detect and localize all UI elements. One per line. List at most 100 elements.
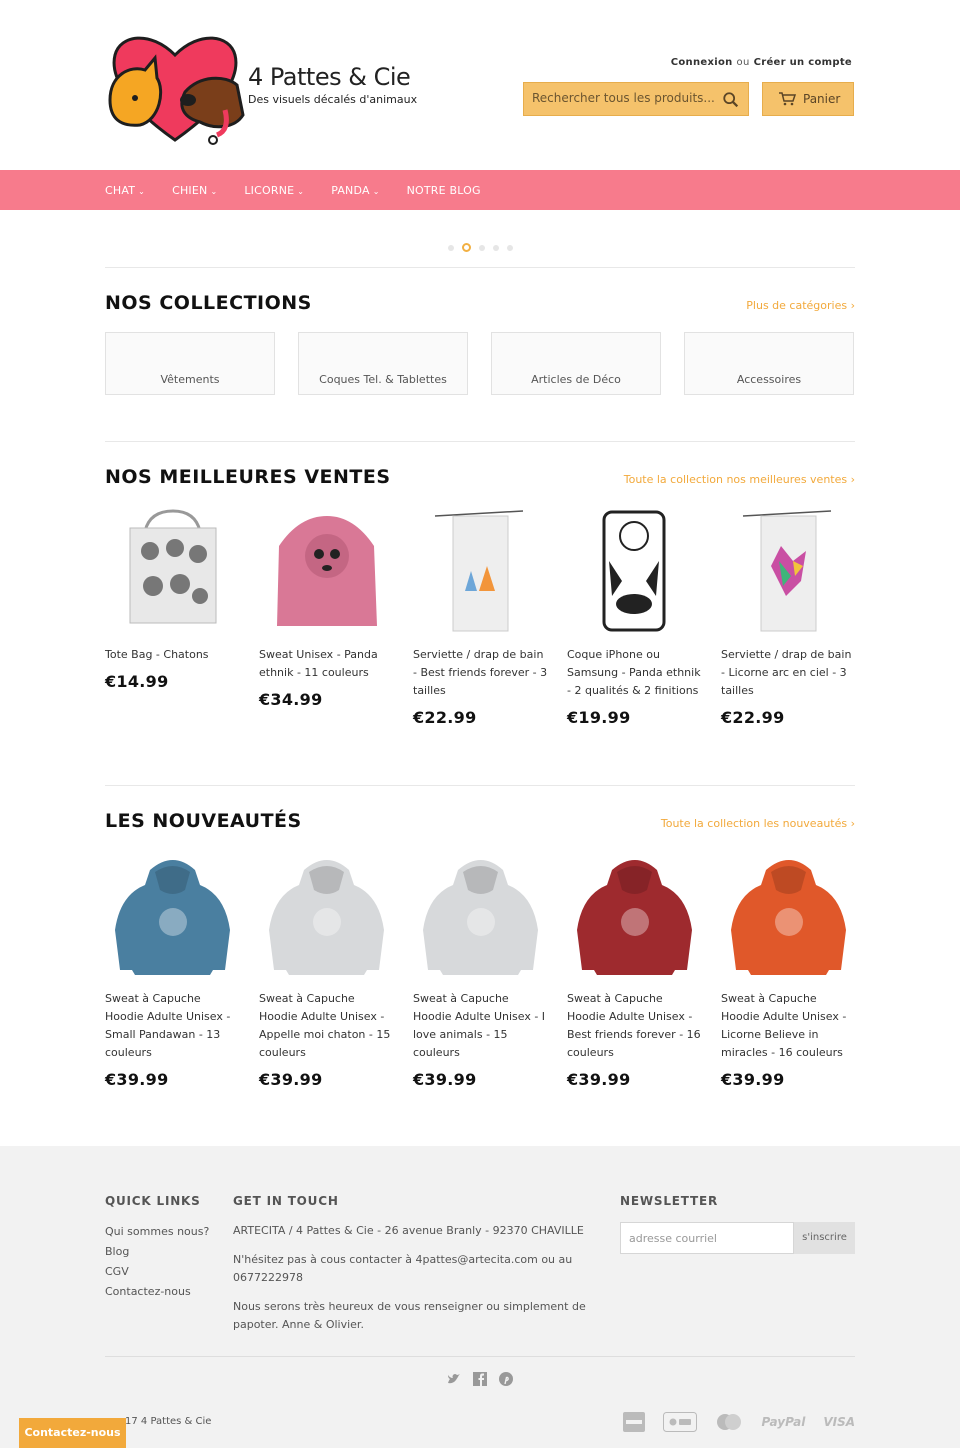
product-price: €14.99 [105, 672, 169, 691]
facebook-icon[interactable] [473, 1372, 487, 1386]
product-price: €22.99 [721, 708, 785, 727]
amex-icon [623, 1412, 646, 1432]
product-card[interactable]: Sweat Unisex - Panda ethnik - 11 couleur… [259, 506, 394, 727]
product-name[interactable]: Sweat à Capuche Hoodie Adulte Unisex - B… [567, 990, 702, 1062]
slider-dot[interactable] [478, 244, 485, 251]
product-name[interactable]: Sweat à Capuche Hoodie Adulte Unisex - I… [413, 990, 548, 1062]
contact-email-phone: N'hésitez pas à cous contacter à 4pattes… [233, 1253, 573, 1284]
bestsellers-link[interactable]: Toute la collection nos meilleures vente… [624, 473, 855, 486]
quick-links: QUICK LINKS Qui sommes nous? Blog CGV Co… [105, 1194, 233, 1345]
login-link[interactable]: Connexion [671, 57, 733, 68]
product-card[interactable]: Sweat à Capuche Hoodie Adulte Unisex - A… [259, 850, 394, 1089]
product-image-sweat-panda[interactable] [259, 506, 394, 636]
product-name[interactable]: Serviette / drap de bain - Best friends … [413, 646, 548, 700]
chevron-down-icon: ⌄ [210, 186, 218, 196]
new-arrivals-link[interactable]: Toute la collection les nouveautés › [661, 817, 855, 830]
social-links [0, 1372, 960, 1386]
logo[interactable]: 4 Pattes & Cie Des visuels décalés d'ani… [105, 30, 425, 150]
nav-item-panda[interactable]: PANDA ⌄ [331, 184, 379, 197]
register-link[interactable]: Créer un compte [754, 57, 852, 68]
slider-pagination [105, 210, 855, 267]
more-categories-link[interactable]: Plus de catégories › [746, 299, 855, 312]
nav-label: LICORNE [244, 183, 295, 197]
chevron-down-icon: ⌄ [297, 186, 305, 196]
newsletter-email-input[interactable]: adresse courriel [620, 1222, 794, 1254]
chevron-down-icon: ⌄ [138, 186, 146, 196]
product-card[interactable]: Tote Bag - Chatons €14.99 [105, 506, 240, 727]
product-price: €34.99 [259, 690, 323, 709]
cart-button[interactable]: Panier [762, 82, 854, 116]
product-image-hoodie[interactable] [259, 850, 394, 980]
search-input[interactable]: Rechercher tous les produits... [523, 82, 749, 116]
product-image-towel-bff[interactable] [413, 506, 548, 636]
product-price: €39.99 [105, 1070, 169, 1089]
bestsellers-section: NOS MEILLEURES VENTES Toute la collectio… [105, 442, 855, 785]
product-price: €39.99 [721, 1070, 785, 1089]
footer-link-about[interactable]: Qui sommes nous? [105, 1222, 233, 1242]
product-image-hoodie[interactable] [413, 850, 548, 980]
product-card[interactable]: Sweat à Capuche Hoodie Adulte Unisex - I… [413, 850, 548, 1089]
product-image-hoodie[interactable] [721, 850, 856, 980]
nav-item-licorne[interactable]: LICORNE ⌄ [244, 184, 304, 197]
nav-item-chien[interactable]: CHIEN ⌄ [172, 184, 217, 197]
product-image-towel-unicorn[interactable] [721, 506, 856, 636]
product-name[interactable]: Sweat à Capuche Hoodie Adulte Unisex - S… [105, 990, 240, 1062]
collection-label: Vêtements [160, 373, 220, 386]
newsletter-title: NEWSLETTER [620, 1194, 719, 1208]
site-header: 4 Pattes & Cie Des visuels décalés d'ani… [105, 0, 855, 170]
slider-dot[interactable] [506, 244, 513, 251]
product-name[interactable]: Tote Bag - Chatons [105, 646, 240, 664]
contact-us-tab[interactable]: Contactez-nous [19, 1418, 126, 1448]
slider-dot[interactable] [492, 244, 499, 251]
product-price: €22.99 [413, 708, 477, 727]
product-image-tote-bag[interactable] [105, 506, 240, 636]
slider-dot-active[interactable] [461, 243, 471, 252]
product-name[interactable]: Sweat à Capuche Hoodie Adulte Unisex - L… [721, 990, 856, 1062]
product-name[interactable]: Coque iPhone ou Samsung - Panda ethnik -… [567, 646, 702, 700]
product-card[interactable]: Sweat à Capuche Hoodie Adulte Unisex - S… [105, 850, 240, 1089]
product-image-hoodie[interactable] [105, 850, 240, 980]
product-card[interactable]: Sweat à Capuche Hoodie Adulte Unisex - L… [721, 850, 856, 1089]
product-image-phone-case[interactable] [567, 506, 702, 636]
product-card[interactable]: Sweat à Capuche Hoodie Adulte Unisex - B… [567, 850, 702, 1089]
twitter-icon[interactable] [447, 1372, 461, 1386]
pinterest-icon[interactable] [499, 1372, 513, 1386]
search-icon[interactable] [722, 91, 740, 109]
collection-label: Articles de Déco [531, 373, 621, 386]
footer-link-contact[interactable]: Contactez-nous [105, 1282, 233, 1302]
new-arrivals-title: LES NOUVEAUTÉS [105, 810, 302, 832]
collections-title: NOS COLLECTIONS [105, 292, 312, 314]
footer-link-blog[interactable]: Blog [105, 1242, 233, 1262]
nav-label: PANDA [331, 183, 370, 197]
nav-item-blog[interactable]: NOTRE BLOG [407, 184, 481, 197]
mastercard-icon [717, 1414, 742, 1430]
paypal-icon: PayPal [761, 1415, 806, 1429]
product-image-hoodie[interactable] [567, 850, 702, 980]
collection-label: Accessoires [736, 373, 802, 386]
product-name[interactable]: Serviette / drap de bain - Licorne arc e… [721, 646, 856, 700]
payment-icons: PayPal VISA [623, 1412, 855, 1432]
chevron-down-icon: ⌄ [372, 186, 380, 196]
nav-item-chat[interactable]: CHAT ⌄ [105, 184, 145, 197]
product-name[interactable]: Sweat Unisex - Panda ethnik - 11 couleur… [259, 646, 394, 682]
brand-tagline: Des visuels décalés d'animaux [248, 93, 418, 106]
footer-divider [105, 1356, 855, 1357]
newsletter-subscribe-button[interactable]: s'inscrire [794, 1222, 855, 1254]
logo-mark [108, 36, 245, 145]
search-placeholder: Rechercher tous les produits... [532, 91, 715, 105]
product-price: €19.99 [567, 708, 631, 727]
product-card[interactable]: Coque iPhone ou Samsung - Panda ethnik -… [567, 506, 702, 727]
collection-card[interactable]: Vêtements [105, 332, 275, 395]
site-footer: QUICK LINKS Qui sommes nous? Blog CGV Co… [0, 1146, 960, 1448]
collection-card[interactable]: Accessoires [684, 332, 854, 395]
slider-dot[interactable] [447, 244, 454, 251]
cart-label: Panier [803, 92, 841, 106]
collection-card[interactable]: Articles de Déco [491, 332, 661, 395]
product-card[interactable]: Serviette / drap de bain - Licorne arc e… [721, 506, 856, 727]
product-card[interactable]: Serviette / drap de bain - Best friends … [413, 506, 548, 727]
footer-link-cgv[interactable]: CGV [105, 1262, 233, 1282]
product-name[interactable]: Sweat à Capuche Hoodie Adulte Unisex - A… [259, 990, 394, 1062]
apple-pay-icon [663, 1412, 698, 1432]
cart-icon [779, 92, 796, 106]
collection-card[interactable]: Coques Tel. & Tablettes [298, 332, 468, 395]
